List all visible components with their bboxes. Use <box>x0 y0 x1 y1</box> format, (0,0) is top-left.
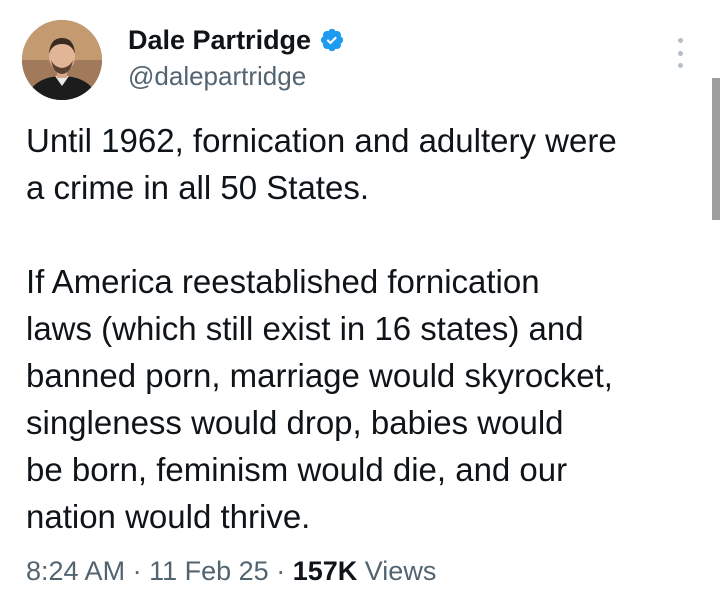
more-dot <box>677 38 683 43</box>
avatar-image <box>22 20 102 100</box>
author-name-row: Dale Partridge <box>128 24 345 56</box>
author-display-name[interactable]: Dale Partridge <box>128 24 311 56</box>
meta-separator: · <box>132 556 142 586</box>
verified-badge-icon <box>319 27 345 53</box>
views-count[interactable]: 157K <box>293 556 358 586</box>
avatar[interactable] <box>22 20 102 100</box>
meta-separator: · <box>276 556 286 586</box>
more-dot <box>677 63 683 68</box>
more-dot <box>677 50 683 56</box>
tweet-meta: 8:24 AM · 11 Feb 25 · 157K Views <box>26 553 436 589</box>
tweet-time[interactable]: 8:24 AM <box>26 556 125 586</box>
tweet-paragraph: Until 1962, fornication and adultery wer… <box>26 122 617 206</box>
tweet-date[interactable]: 11 Feb 25 <box>149 556 269 586</box>
more-options-icon[interactable] <box>670 38 690 68</box>
scrollbar[interactable] <box>712 78 720 220</box>
author-handle[interactable]: @dalepartridge <box>128 60 306 92</box>
tweet-paragraph: If America reestablished fornication law… <box>26 263 613 535</box>
views-label: Views <box>364 556 437 586</box>
tweet-text: Until 1962, fornication and adultery wer… <box>26 117 698 540</box>
tweet-card: Dale Partridge @dalepartridge Until 1962… <box>0 0 720 605</box>
